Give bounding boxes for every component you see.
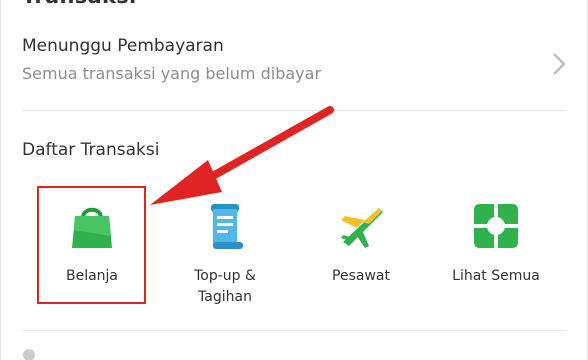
pending-payment-subtitle: Semua transaksi yang belum dibayar [22,64,322,83]
menu-item-label: Top-up & Tagihan [194,268,256,305]
airplane-icon [341,208,383,248]
menu-item-pesawat[interactable]: Pesawat [306,186,416,304]
pending-payment-row[interactable]: Menunggu Pembayaran Semua transaksi yang… [0,24,588,110]
highlight-box [37,186,146,304]
pending-payment-title: Menunggu Pembayaran [22,36,224,56]
menu-item-topup[interactable]: Top-up & Tagihan [170,186,280,305]
partial-icon [23,349,35,360]
receipt-icon [211,204,243,249]
transaction-list-heading: Daftar Transaksi [22,140,160,160]
section-title: Transaksi [22,0,137,8]
divider [22,330,566,331]
grid-icon [474,204,518,248]
chevron-right-icon [553,53,566,75]
menu-item-label: Lihat Semua [452,268,540,284]
menu-item-lihat-semua[interactable]: Lihat Semua [441,186,551,304]
menu-item-label: Pesawat [332,268,390,284]
divider [22,110,566,111]
